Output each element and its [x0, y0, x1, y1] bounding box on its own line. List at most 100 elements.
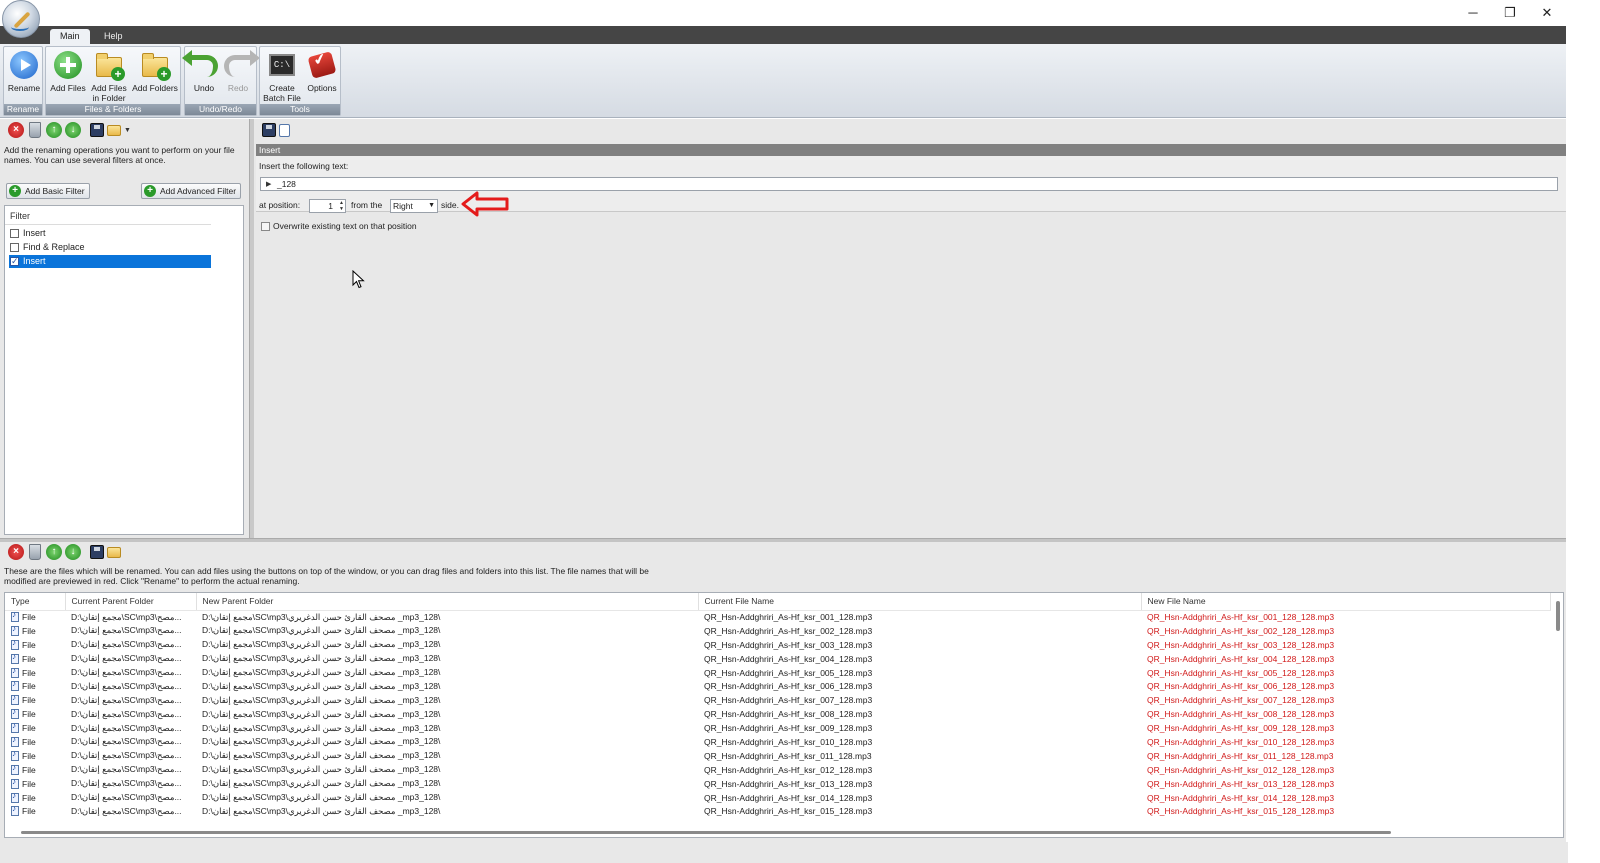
divider — [5, 224, 211, 225]
open-folder-icon[interactable] — [107, 124, 121, 136]
create-batch-file-button[interactable]: C:\ Create Batch File — [262, 49, 302, 103]
cell-new-parent-folder: D:\مجمع إتقان\SC\mp3\مصحف القارئ حسن الد… — [196, 624, 698, 638]
cell-type: File — [5, 763, 65, 777]
horizontal-scrollbar[interactable] — [21, 831, 1391, 834]
table-row[interactable]: File D:\مجمع إتقان\SC\mp3\مصح... D:\مجمع إ… — [5, 763, 1550, 777]
remove-file-icon[interactable]: × — [8, 544, 24, 560]
tab-help[interactable]: Help — [94, 29, 133, 44]
save-icon[interactable] — [90, 545, 104, 559]
insert-text-input[interactable]: ▶ _128 — [260, 177, 1558, 191]
at-position-label: at position: — [259, 200, 301, 210]
cell-new-file-name-text: QR_Hsn-Addghriri_As-Hf_ksr_008_128_128.m… — [1147, 709, 1335, 720]
table-row[interactable]: File D:\مجمع إتقان\SC\mp3\مصح... D:\مجمع إ… — [5, 693, 1550, 707]
undo-redo-group: Undo Redo Undo/Redo — [182, 46, 260, 116]
filter-checkbox[interactable] — [10, 243, 19, 252]
undo-button[interactable]: Undo — [182, 49, 221, 93]
vertical-scrollbar[interactable] — [1556, 601, 1560, 631]
cell-new-file-name: QR_Hsn-Addghriri_As-Hf_ksr_003_128_128.m… — [1141, 638, 1550, 652]
table-row[interactable]: File D:\مجمع إتقان\SC\mp3\مصح... D:\مجمع إ… — [5, 707, 1550, 721]
overwrite-checkbox[interactable]: Overwrite existing text on that position — [261, 221, 417, 232]
cell-new-parent-folder-text: D:\مجمع إتقان\SC\mp3\مصحف القارئ حسن الد… — [202, 653, 441, 664]
filter-row[interactable]: Insert — [9, 227, 211, 240]
position-stepper[interactable]: 1 ▲ ▼ — [309, 199, 346, 213]
cell-new-file-name-text: QR_Hsn-Addghriri_As-Hf_ksr_002_128_128.m… — [1147, 625, 1335, 636]
open-folder-icon[interactable] — [107, 546, 121, 558]
cell-new-file-name-text: QR_Hsn-Addghriri_As-Hf_ksr_015_128_128.m… — [1147, 806, 1335, 817]
checkbox-box[interactable] — [261, 222, 270, 231]
table-row[interactable]: File D:\مجمع إتقان\SC\mp3\مصح... D:\مجمع إ… — [5, 652, 1550, 666]
add-files-button[interactable]: Add Files — [49, 49, 87, 93]
filter-checkbox[interactable] — [10, 255, 19, 268]
cell-new-parent-folder-text: D:\مجمع إتقان\SC\mp3\مصحف القارئ حسن الد… — [202, 750, 441, 761]
dropdown-caret-icon[interactable]: ▼ — [124, 127, 131, 134]
table-row[interactable]: File D:\مجمع إتقان\SC\mp3\مصح... D:\مجمع إ… — [5, 679, 1550, 693]
minimize-button[interactable]: ─ — [1458, 4, 1488, 22]
swoosh-decoration — [11, 23, 29, 31]
cell-new-file-name-text: QR_Hsn-Addghriri_As-Hf_ksr_006_128_128.m… — [1147, 681, 1335, 692]
column-header-new-parent-folder[interactable]: New Parent Folder — [196, 593, 699, 611]
tab-main[interactable]: Main — [50, 29, 90, 44]
add-advanced-filter-button[interactable]: + Add Advanced Filter — [141, 183, 242, 199]
spinner-arrows-icon[interactable]: ▲ ▼ — [339, 200, 344, 212]
table-row[interactable]: File D:\مجمع إتقان\SC\mp3\مصح... D:\مجمع إ… — [5, 735, 1550, 749]
cell-current-parent-folder: D:\مجمع إتقان\SC\mp3\مصح... — [65, 707, 196, 721]
table-row[interactable]: File D:\مجمع إتقان\SC\mp3\مصح... D:\مجمع إ… — [5, 666, 1550, 680]
trash-icon[interactable] — [29, 544, 41, 560]
filter-row-selected[interactable]: Insert — [9, 255, 211, 268]
remove-filter-icon[interactable]: × — [8, 122, 24, 138]
move-down-icon[interactable]: ↓ — [65, 544, 81, 560]
close-button[interactable]: ✕ — [1532, 4, 1562, 22]
add-folders-button[interactable]: + Add Folders — [131, 49, 179, 93]
app-menu-button[interactable] — [2, 0, 40, 38]
cell-current-file-name-text: QR_Hsn-Addghriri_As-Hf_ksr_010_128.mp3 — [704, 736, 873, 747]
mouse-cursor-icon — [352, 270, 365, 289]
save-icon[interactable] — [90, 123, 104, 137]
column-header-new-file-name[interactable]: New File Name — [1141, 593, 1551, 611]
cell-type: File — [5, 804, 65, 818]
side-select[interactable]: Right ▼ — [390, 199, 438, 213]
expand-arrow-icon[interactable]: ▶ — [266, 179, 271, 191]
create-batch-label-2: Batch File — [263, 93, 301, 103]
cell-current-parent-folder-text: D:\مجمع إتقان\SC\mp3\مصح... — [71, 653, 182, 664]
files-table[interactable]: Type Current Parent Folder New Parent Fo… — [4, 592, 1564, 838]
rename-button[interactable]: Rename — [7, 49, 41, 93]
audio-file-icon — [11, 666, 19, 678]
table-row[interactable]: File D:\مجمع إتقان\SC\mp3\مصح... D:\مجمع إ… — [5, 804, 1550, 818]
table-row[interactable]: File D:\مجمع إتقان\SC\mp3\مصح... D:\مجمع إ… — [5, 749, 1550, 763]
add-basic-filter-button[interactable]: + Add Basic Filter — [6, 183, 90, 199]
undo-label: Undo — [193, 83, 215, 93]
trash-icon[interactable] — [29, 122, 41, 138]
move-up-icon[interactable]: ↑ — [46, 122, 62, 138]
add-files-in-folder-button[interactable]: + Add Files in Folder — [88, 49, 130, 103]
rename-group-label: Rename — [4, 104, 42, 115]
filter-checkbox[interactable] — [10, 229, 19, 238]
column-header-current-parent-folder[interactable]: Current Parent Folder — [65, 593, 197, 611]
table-row[interactable]: File D:\مجمع إتقان\SC\mp3\مصح... D:\مجمع إ… — [5, 791, 1550, 805]
table-body: File D:\مجمع إتقان\SC\mp3\مصح... D:\مجمع إ… — [5, 610, 1550, 818]
cell-new-file-name: QR_Hsn-Addghriri_As-Hf_ksr_007_128_128.m… — [1141, 693, 1550, 707]
files-toolbar: × ↑ ↓ — [0, 543, 121, 561]
redo-icon — [222, 49, 260, 81]
save-icon[interactable] — [262, 123, 276, 137]
filter-row[interactable]: Find & Replace — [9, 241, 211, 254]
table-row[interactable]: File D:\مجمع إتقان\SC\mp3\مصح... D:\مجمع إ… — [5, 777, 1550, 791]
cell-new-parent-folder-text: D:\مجمع إتقان\SC\mp3\مصحف القارئ حسن الد… — [202, 680, 441, 691]
move-up-icon[interactable]: ↑ — [46, 544, 62, 560]
options-button[interactable]: Options — [304, 49, 340, 93]
cell-new-parent-folder: D:\مجمع إتقان\SC\mp3\مصحف القارئ حسن الد… — [196, 763, 698, 777]
filter-list[interactable]: Filter Insert Find & Replace Insert — [4, 205, 244, 535]
cell-current-parent-folder-text: D:\مجمع إتقان\SC\mp3\مصح... — [71, 778, 182, 789]
column-header-current-file-name[interactable]: Current File Name — [698, 593, 1142, 611]
column-header-type[interactable]: Type — [5, 593, 66, 611]
cell-new-file-name-text: QR_Hsn-Addghriri_As-Hf_ksr_009_128_128.m… — [1147, 723, 1335, 734]
move-down-icon[interactable]: ↓ — [65, 122, 81, 138]
document-icon[interactable] — [279, 123, 290, 137]
redo-button[interactable]: Redo — [221, 49, 260, 93]
cell-type-text: File — [22, 612, 36, 623]
table-row[interactable]: File D:\مجمع إتقان\SC\mp3\مصح... D:\مجمع إ… — [5, 721, 1550, 735]
table-row[interactable]: File D:\مجمع إتقان\SC\mp3\مصح... D:\مجمع إ… — [5, 610, 1550, 624]
restore-button[interactable]: ❐ — [1495, 4, 1525, 22]
table-row[interactable]: File D:\مجمع إتقان\SC\mp3\مصح... D:\مجمع إ… — [5, 624, 1550, 638]
cell-new-file-name: QR_Hsn-Addghriri_As-Hf_ksr_002_128_128.m… — [1141, 624, 1550, 638]
table-row[interactable]: File D:\مجمع إتقان\SC\mp3\مصح... D:\مجمع إ… — [5, 638, 1550, 652]
